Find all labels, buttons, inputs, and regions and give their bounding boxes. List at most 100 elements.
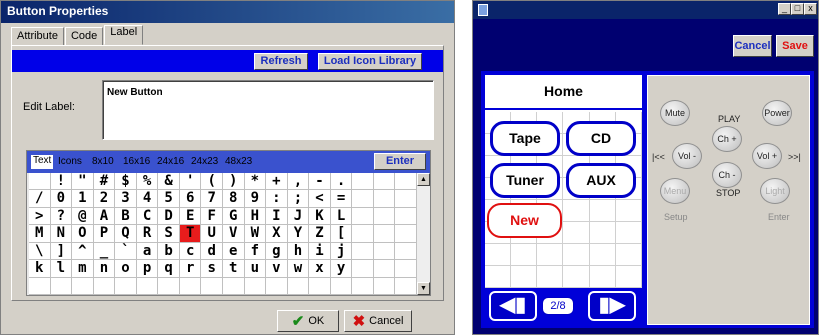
char-cell[interactable] [373,260,396,278]
aux-button[interactable]: AUX [566,163,636,198]
char-cell[interactable]: O [72,225,94,243]
char-cell[interactable]: $ [115,173,137,191]
char-cell[interactable]: i [309,242,331,261]
layout-cell[interactable] [485,266,512,288]
ok-button[interactable]: ✔ OK [277,310,339,332]
char-cell[interactable]: . [330,173,353,191]
layout-cell[interactable] [589,222,616,244]
layout-cell[interactable] [615,244,642,266]
layout-cell[interactable] [615,266,642,288]
char-cell[interactable]: R [136,225,159,243]
char-cell[interactable]: 4 [136,190,159,208]
layout-cell[interactable] [589,266,616,288]
char-cell[interactable]: 3 [115,190,137,208]
layout-cell[interactable] [563,266,590,288]
char-cell[interactable] [395,242,417,261]
remote-cancel-button[interactable]: Cancel [733,35,772,57]
char-cell[interactable] [373,225,396,243]
char-cell[interactable]: 2 [93,190,116,208]
layout-cell[interactable] [511,244,538,266]
char-cell[interactable] [179,277,202,295]
char-cell[interactable]: s [201,260,223,278]
minimize-icon[interactable]: _ [778,3,791,15]
char-cell[interactable]: E [179,207,202,226]
char-cell[interactable]: - [309,173,331,191]
scroll-down-icon[interactable]: ▼ [417,282,430,295]
char-cell[interactable]: D [158,207,180,226]
layout-cell[interactable] [589,244,616,266]
char-cell[interactable]: < [309,190,331,208]
char-cell[interactable]: \ [29,242,51,261]
char-cell[interactable] [373,277,396,295]
char-cell[interactable] [395,173,417,191]
char-cell[interactable] [352,242,374,261]
char-cell[interactable] [50,277,73,295]
char-cell[interactable]: q [158,260,180,278]
layout-cell[interactable] [511,266,538,288]
char-cell[interactable]: o [115,260,137,278]
char-cell[interactable] [352,225,374,243]
char-cell[interactable] [222,277,245,295]
prev-page-arrow-icon[interactable]: ◀▮ [489,291,537,321]
enter-button[interactable]: Enter [374,153,426,170]
char-cell[interactable]: ` [115,242,137,261]
char-cell[interactable]: 0 [50,190,73,208]
char-cell[interactable]: " [72,173,94,191]
char-cell[interactable]: C [136,207,159,226]
char-cell[interactable] [395,190,417,208]
char-cell[interactable]: w [287,260,310,278]
char-cell[interactable]: F [201,207,223,226]
char-cell[interactable] [93,277,116,295]
char-cell[interactable] [352,190,374,208]
char-cell[interactable]: 6 [179,190,202,208]
char-cell[interactable] [373,190,396,208]
menu-button[interactable]: Menu [660,178,690,204]
channel-down-button[interactable]: Ch - [712,162,742,188]
char-cell[interactable]: b [158,242,180,261]
char-cell[interactable] [136,277,159,295]
layout-cell[interactable] [563,222,590,244]
char-cell[interactable] [352,207,374,226]
light-button[interactable]: Light [760,178,790,204]
char-cell[interactable]: 7 [201,190,223,208]
char-cell[interactable]: * [244,173,267,191]
layout-cell[interactable] [615,222,642,244]
char-cell[interactable]: e [222,242,245,261]
char-cell[interactable]: 8 [222,190,245,208]
char-tab-48x23[interactable]: 48x23 [225,156,252,167]
scroll-up-icon[interactable]: ▲ [417,173,430,186]
char-cell[interactable]: J [287,207,310,226]
char-cell[interactable] [266,277,288,295]
cd-button[interactable]: CD [566,121,636,156]
char-cell[interactable]: 5 [158,190,180,208]
char-cell[interactable]: m [72,260,94,278]
char-cell[interactable] [352,173,374,191]
layout-cell[interactable] [615,200,642,222]
char-cell-selected[interactable]: T [179,225,202,243]
remote-save-button[interactable]: Save [776,35,814,57]
char-cell[interactable] [29,173,51,191]
tape-button[interactable]: Tape [490,121,560,156]
char-cell[interactable] [373,173,396,191]
char-cell[interactable]: G [222,207,245,226]
char-cell[interactable]: p [136,260,159,278]
char-cell[interactable]: t [222,260,245,278]
layout-cell[interactable] [537,266,564,288]
char-cell[interactable]: ; [287,190,310,208]
char-cell[interactable]: / [29,190,51,208]
char-cell[interactable]: M [29,225,51,243]
char-cell[interactable] [395,277,417,295]
new-button[interactable]: New [487,203,562,238]
char-cell[interactable]: u [244,260,267,278]
char-cell[interactable]: ! [50,173,73,191]
char-tab-24x23[interactable]: 24x23 [191,156,218,167]
char-cell[interactable]: > [29,207,51,226]
mute-button[interactable]: Mute [660,100,690,126]
char-cell[interactable]: K [309,207,331,226]
char-cell[interactable] [309,277,331,295]
char-cell[interactable]: x [309,260,331,278]
char-cell[interactable] [115,277,137,295]
char-cell[interactable]: ' [179,173,202,191]
char-cell[interactable]: U [201,225,223,243]
char-cell[interactable]: k [29,260,51,278]
